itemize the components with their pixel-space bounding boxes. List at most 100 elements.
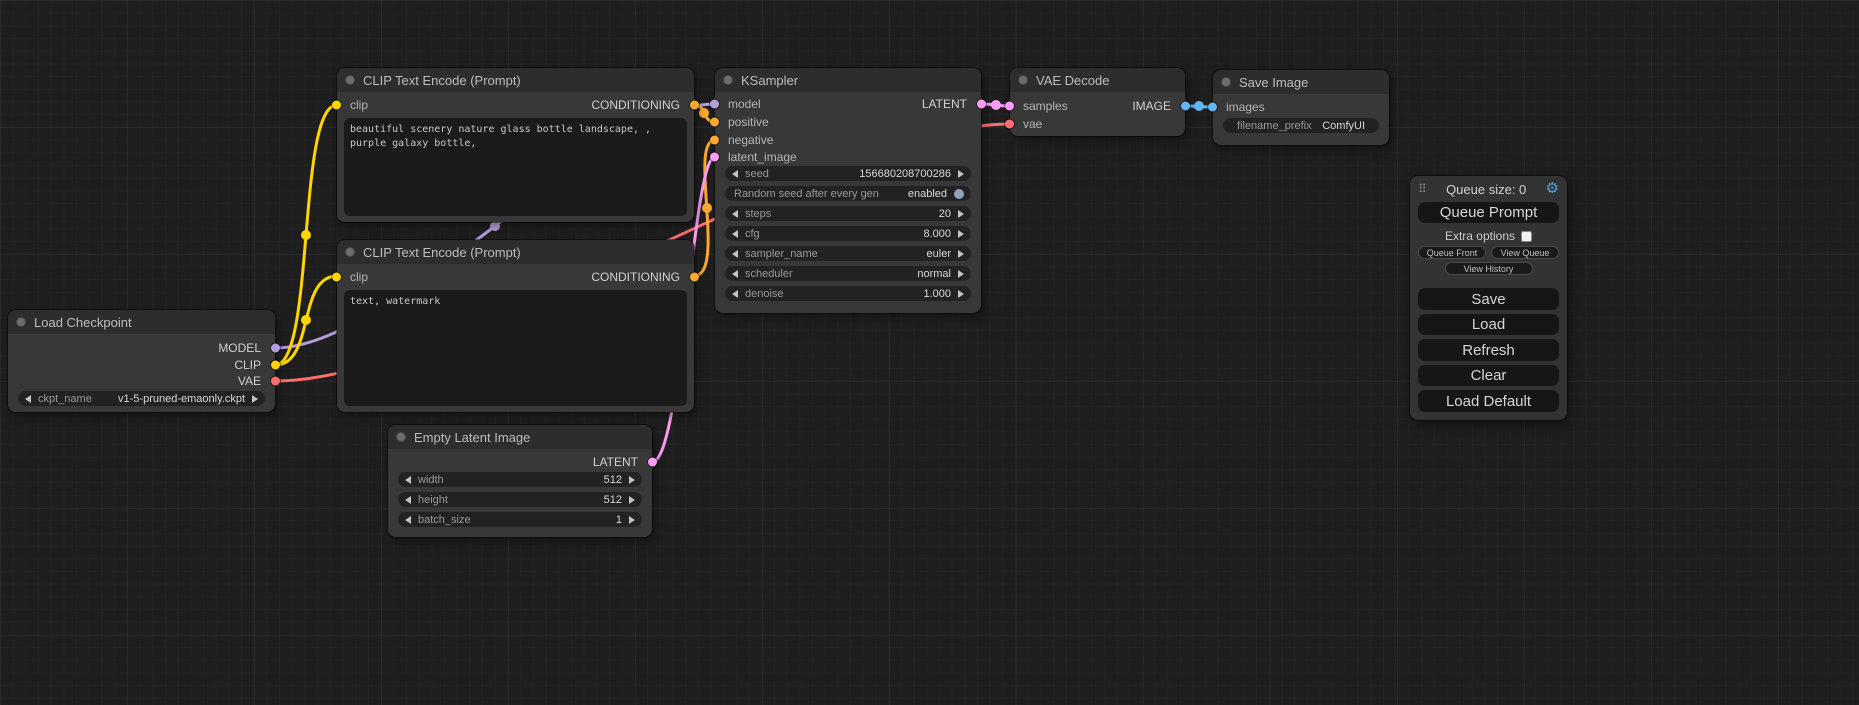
- right-arrow-icon[interactable]: [958, 290, 964, 298]
- left-arrow-icon[interactable]: [732, 210, 738, 218]
- node-clip-text-encode-positive[interactable]: CLIP Text Encode (Prompt) clip CONDITION…: [337, 68, 694, 222]
- widget-name: cfg: [745, 228, 760, 240]
- node-title-bar[interactable]: CLIP Text Encode (Prompt): [337, 240, 694, 264]
- output-dot-model[interactable]: [271, 344, 280, 353]
- drag-handle-icon[interactable]: ⠿: [1418, 182, 1427, 196]
- input-dot-negative[interactable]: [710, 136, 719, 145]
- toggle-knob-icon[interactable]: [954, 189, 964, 199]
- right-arrow-icon[interactable]: [629, 476, 635, 484]
- output-dot-image[interactable]: [1181, 102, 1190, 111]
- node-empty-latent-image[interactable]: Empty Latent Image LATENT width 512 heig…: [388, 425, 652, 537]
- output-dot-conditioning[interactable]: [690, 101, 699, 110]
- extra-options-row: Extra options: [1418, 229, 1559, 243]
- output-dot-vae[interactable]: [271, 377, 280, 386]
- collapse-dot-icon[interactable]: [345, 247, 355, 257]
- left-arrow-icon[interactable]: [405, 516, 411, 524]
- width-widget[interactable]: width 512: [398, 472, 642, 487]
- cfg-widget[interactable]: cfg 8.000: [725, 226, 971, 241]
- right-arrow-icon[interactable]: [629, 496, 635, 504]
- left-arrow-icon[interactable]: [732, 170, 738, 178]
- input-dot-latent-image[interactable]: [710, 153, 719, 162]
- queue-front-button[interactable]: Queue Front: [1418, 246, 1486, 259]
- left-arrow-icon[interactable]: [732, 290, 738, 298]
- node-graph-canvas[interactable]: Load Checkpoint MODEL CLIP VAE ckpt_name…: [0, 0, 1859, 705]
- widget-name: ckpt_name: [38, 393, 92, 405]
- ckpt-name-widget[interactable]: ckpt_name v1-5-pruned-emaonly.ckpt: [18, 391, 265, 406]
- node-title-bar[interactable]: Save Image: [1213, 70, 1389, 94]
- collapse-dot-icon[interactable]: [1018, 75, 1028, 85]
- node-title-bar[interactable]: Empty Latent Image: [388, 425, 652, 449]
- output-dot-latent[interactable]: [977, 100, 986, 109]
- node-clip-text-encode-negative[interactable]: CLIP Text Encode (Prompt) clip CONDITION…: [337, 240, 694, 412]
- input-dot-samples[interactable]: [1005, 102, 1014, 111]
- output-dot-clip[interactable]: [271, 361, 280, 370]
- left-arrow-icon[interactable]: [405, 496, 411, 504]
- left-arrow-icon[interactable]: [732, 230, 738, 238]
- slot-label: CONDITIONING: [591, 98, 680, 112]
- node-title: CLIP Text Encode (Prompt): [363, 245, 521, 260]
- input-slot-negative: negative: [715, 131, 981, 149]
- input-dot-positive[interactable]: [710, 118, 719, 127]
- filename-prefix-widget[interactable]: filename_prefix ComfyUI: [1223, 118, 1379, 133]
- left-arrow-icon[interactable]: [405, 476, 411, 484]
- right-arrow-icon[interactable]: [958, 210, 964, 218]
- collapse-dot-icon[interactable]: [1221, 77, 1231, 87]
- right-arrow-icon[interactable]: [958, 270, 964, 278]
- node-ksampler[interactable]: KSampler model LATENT positive negative …: [715, 68, 981, 313]
- node-title-bar[interactable]: CLIP Text Encode (Prompt): [337, 68, 694, 92]
- view-history-button[interactable]: View History: [1445, 262, 1533, 275]
- left-arrow-icon[interactable]: [732, 270, 738, 278]
- input-slot-vae: vae: [1010, 115, 1185, 133]
- node-title-bar[interactable]: VAE Decode: [1010, 68, 1185, 92]
- widget-value: 20: [939, 208, 951, 220]
- random-seed-toggle-widget[interactable]: Random seed after every gen enabled: [725, 186, 971, 201]
- input-dot-images[interactable]: [1208, 103, 1217, 112]
- settings-gear-icon[interactable]: ⚙: [1546, 182, 1559, 196]
- output-dot-conditioning[interactable]: [690, 273, 699, 282]
- queue-prompt-button[interactable]: Queue Prompt: [1418, 202, 1559, 224]
- collapse-dot-icon[interactable]: [396, 432, 406, 442]
- save-button[interactable]: Save: [1418, 288, 1559, 310]
- input-slot-latent-image: latent_image: [715, 148, 981, 166]
- node-title-bar[interactable]: Load Checkpoint: [8, 310, 275, 334]
- widget-value: euler: [927, 248, 951, 260]
- left-arrow-icon[interactable]: [732, 250, 738, 258]
- node-title-bar[interactable]: KSampler: [715, 68, 981, 92]
- input-dot-model[interactable]: [710, 100, 719, 109]
- input-dot-clip[interactable]: [332, 273, 341, 282]
- node-load-checkpoint[interactable]: Load Checkpoint MODEL CLIP VAE ckpt_name…: [8, 310, 275, 412]
- collapse-dot-icon[interactable]: [723, 75, 733, 85]
- collapse-dot-icon[interactable]: [345, 75, 355, 85]
- wire-midpoint-dot: [699, 108, 709, 118]
- extra-options-checkbox[interactable]: [1521, 231, 1532, 242]
- right-arrow-icon[interactable]: [958, 250, 964, 258]
- steps-widget[interactable]: steps 20: [725, 206, 971, 221]
- node-vae-decode[interactable]: VAE Decode samples IMAGE vae: [1010, 68, 1185, 136]
- slot-label: LATENT: [593, 455, 638, 469]
- right-arrow-icon[interactable]: [629, 516, 635, 524]
- collapse-dot-icon[interactable]: [16, 317, 26, 327]
- denoise-widget[interactable]: denoise 1.000: [725, 286, 971, 301]
- output-dot-latent[interactable]: [648, 458, 657, 467]
- widget-name: seed: [745, 168, 769, 180]
- load-button[interactable]: Load: [1418, 314, 1559, 336]
- right-arrow-icon[interactable]: [252, 395, 258, 403]
- view-queue-button[interactable]: View Queue: [1491, 246, 1559, 259]
- negative-prompt-textarea[interactable]: text, watermark: [344, 290, 687, 406]
- widget-value: 156680208700286: [859, 168, 951, 180]
- left-arrow-icon[interactable]: [25, 395, 31, 403]
- input-dot-vae[interactable]: [1005, 120, 1014, 129]
- seed-widget[interactable]: seed 156680208700286: [725, 166, 971, 181]
- load-default-button[interactable]: Load Default: [1418, 390, 1559, 412]
- batch-size-widget[interactable]: batch_size 1: [398, 512, 642, 527]
- right-arrow-icon[interactable]: [958, 230, 964, 238]
- refresh-button[interactable]: Refresh: [1418, 339, 1559, 361]
- right-arrow-icon[interactable]: [958, 170, 964, 178]
- positive-prompt-textarea[interactable]: beautiful scenery nature glass bottle la…: [344, 118, 687, 216]
- sampler-name-widget[interactable]: sampler_name euler: [725, 246, 971, 261]
- height-widget[interactable]: height 512: [398, 492, 642, 507]
- input-dot-clip[interactable]: [332, 101, 341, 110]
- scheduler-widget[interactable]: scheduler normal: [725, 266, 971, 281]
- node-save-image[interactable]: Save Image images filename_prefix ComfyU…: [1213, 70, 1389, 145]
- clear-button[interactable]: Clear: [1418, 365, 1559, 387]
